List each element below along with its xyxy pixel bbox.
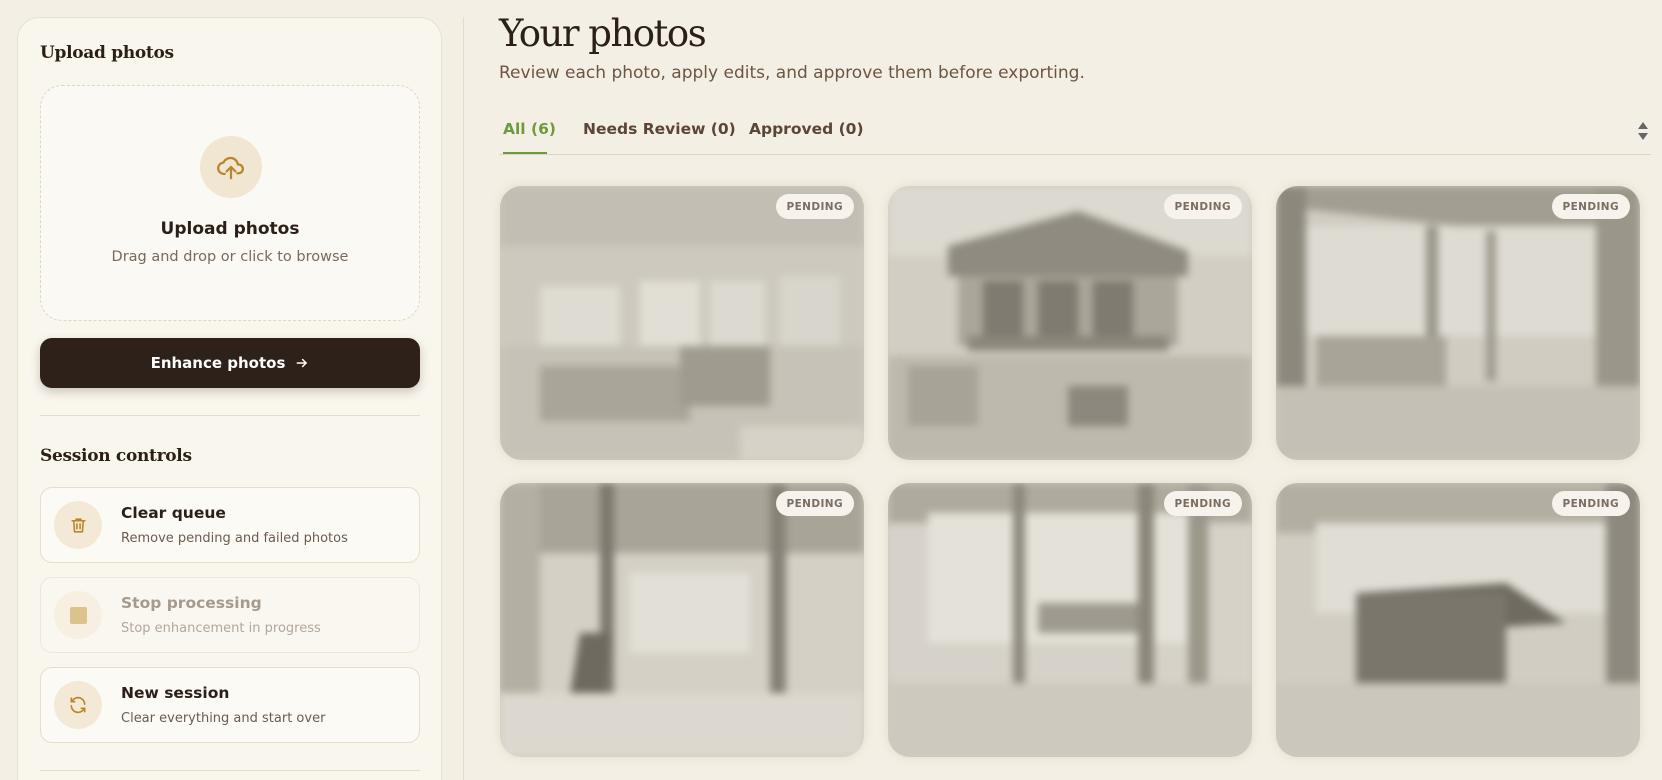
tab-approved[interactable]: Approved (0) <box>749 120 864 138</box>
photo-card[interactable]: PENDING <box>1276 483 1640 757</box>
new-session-subtitle: Clear everything and start over <box>121 711 326 726</box>
upload-section-title: Upload photos <box>40 43 174 63</box>
new-session-title: New session <box>121 684 230 702</box>
arrow-right-icon <box>296 358 308 368</box>
sidebar: Upload photos Upload photos Drag and dro… <box>17 17 442 780</box>
photo-card[interactable]: PENDING <box>1276 186 1640 460</box>
photo-tabs: All (6) Needs Review (0) Approved (0) <box>499 110 1651 155</box>
tab-scroller[interactable] <box>1636 118 1650 154</box>
tab-all[interactable]: All (6) <box>503 120 556 138</box>
panel-divider <box>463 17 464 780</box>
stop-processing-subtitle: Stop enhancement in progress <box>121 621 321 636</box>
refresh-icon <box>54 681 102 729</box>
upload-dropzone[interactable]: Upload photos Drag and drop or click to … <box>40 85 420 321</box>
clear-queue-title: Clear queue <box>121 504 226 522</box>
photo-card[interactable]: PENDING <box>888 186 1252 460</box>
stop-processing-title: Stop processing <box>121 594 262 612</box>
clear-queue-button[interactable]: Clear queue Remove pending and failed ph… <box>40 487 420 563</box>
trash-icon <box>54 501 102 549</box>
photo-thumbnail <box>1276 483 1640 757</box>
status-badge: PENDING <box>1163 194 1242 219</box>
photo-thumbnail <box>888 186 1252 460</box>
stop-processing-button[interactable]: Stop processing Stop enhancement in prog… <box>40 577 420 653</box>
scroll-down-icon[interactable] <box>1638 133 1648 140</box>
status-badge: PENDING <box>775 491 854 516</box>
section-divider-bottom <box>40 770 420 771</box>
scroll-up-icon[interactable] <box>1638 122 1648 129</box>
page-subtitle: Review each photo, apply edits, and appr… <box>499 63 1085 83</box>
photo-thumbnail <box>1276 186 1640 460</box>
active-tab-indicator <box>503 152 547 154</box>
cloud-upload-icon <box>200 136 262 198</box>
enhance-button-label: Enhance photos <box>150 354 286 372</box>
dropzone-title: Upload photos <box>160 219 300 239</box>
photo-thumbnail <box>500 186 864 460</box>
photo-card[interactable]: PENDING <box>500 186 864 460</box>
session-controls-title: Session controls <box>40 446 192 466</box>
dropzone-subtitle: Drag and drop or click to browse <box>111 249 349 265</box>
status-badge: PENDING <box>1551 491 1630 516</box>
stop-icon <box>54 591 102 639</box>
enhance-photos-button[interactable]: Enhance photos <box>40 338 420 388</box>
clear-queue-subtitle: Remove pending and failed photos <box>121 531 348 546</box>
tab-needs-review[interactable]: Needs Review (0) <box>583 120 736 138</box>
photo-thumbnail <box>500 483 864 757</box>
status-badge: PENDING <box>1163 491 1242 516</box>
section-divider <box>40 415 420 416</box>
photo-thumbnail <box>888 483 1252 757</box>
new-session-button[interactable]: New session Clear everything and start o… <box>40 667 420 743</box>
page-title: Your photos <box>499 12 707 55</box>
photo-card[interactable]: PENDING <box>888 483 1252 757</box>
photo-card[interactable]: PENDING <box>500 483 864 757</box>
status-badge: PENDING <box>1551 194 1630 219</box>
status-badge: PENDING <box>775 194 854 219</box>
